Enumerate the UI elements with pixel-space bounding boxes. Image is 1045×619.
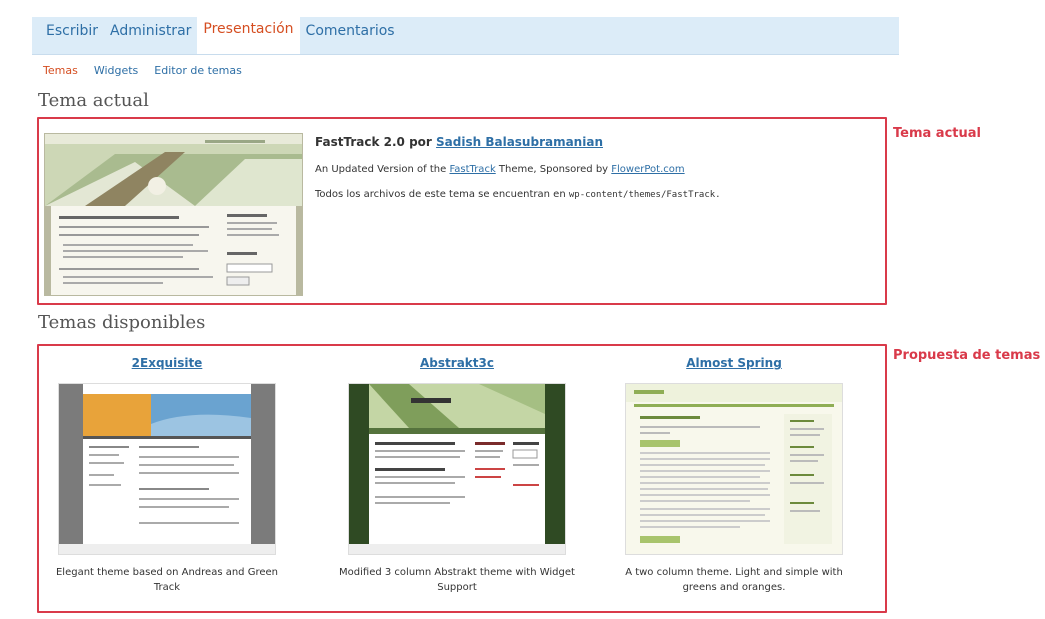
tab-escribir[interactable]: Escribir: [40, 17, 104, 54]
current-theme-by: por: [409, 135, 432, 149]
current-theme-name: FastTrack 2.0: [315, 135, 405, 149]
current-theme-heading: Tema actual: [38, 90, 149, 111]
theme-link-almost-spring[interactable]: Almost Spring: [686, 356, 782, 370]
fasttrack-link[interactable]: FastTrack: [449, 164, 495, 175]
theme-screenshot-2exquisite[interactable]: [58, 383, 276, 555]
tab-administrar[interactable]: Administrar: [104, 17, 197, 54]
theme-card-2exquisite: 2Exquisite Elegant theme based on Andrea…: [42, 352, 292, 595]
sub-nav: Temas Widgets Editor de temas: [43, 64, 242, 77]
theme-card-abstrakt3c: Abstrakt3c Modified 3 column Abstrakt th…: [332, 352, 582, 595]
almost-spring-preview-image: [626, 384, 842, 554]
subtab-temas[interactable]: Temas: [43, 64, 78, 77]
theme-screenshot-almost-spring[interactable]: [625, 383, 843, 555]
current-theme-info: FastTrack 2.0 por Sadish Balasubramanian…: [315, 135, 875, 200]
theme-screenshot-abstrakt3c[interactable]: [348, 383, 566, 555]
current-theme-description: An Updated Version of the FastTrack Them…: [315, 164, 875, 175]
current-theme-files: Todos los archivos de este tema se encue…: [315, 189, 875, 200]
files-prefix: Todos los archivos de este tema se encue…: [315, 189, 566, 200]
theme-description-2exquisite: Elegant theme based on Andreas and Green…: [55, 567, 278, 593]
sponsor-link[interactable]: FlowerPot.com: [611, 164, 684, 175]
available-themes-annotation-label: Propuesta de temas: [893, 348, 1041, 363]
page: Escribir Administrar Presentación Coment…: [0, 0, 1045, 619]
main-nav: Escribir Administrar Presentación Coment…: [32, 15, 899, 55]
current-theme-annotation-label: Tema actual: [893, 126, 981, 141]
theme-description-almost-spring: A two column theme. Light and simple wit…: [625, 567, 843, 593]
current-theme-screenshot: [44, 133, 303, 296]
tab-comentarios[interactable]: Comentarios: [300, 17, 401, 54]
description-middle: Theme, Sponsored by: [498, 164, 609, 175]
author-link[interactable]: Sadish Balasubramanian: [436, 135, 603, 149]
files-path: wp-content/themes/FastTrack.: [568, 190, 721, 200]
subtab-widgets[interactable]: Widgets: [94, 64, 138, 77]
abstrakt3c-preview-image: [349, 384, 565, 554]
theme-link-abstrakt3c[interactable]: Abstrakt3c: [420, 356, 494, 370]
current-theme-title: FastTrack 2.0 por Sadish Balasubramanian: [315, 135, 875, 149]
available-themes-heading: Temas disponibles: [38, 312, 206, 333]
subtab-editor-de-temas[interactable]: Editor de temas: [154, 64, 242, 77]
theme-link-2exquisite[interactable]: 2Exquisite: [132, 356, 203, 370]
tab-presentacion[interactable]: Presentación: [197, 15, 300, 54]
fasttrack-preview-image: [45, 134, 302, 295]
description-prefix: An Updated Version of the: [315, 164, 447, 175]
theme-card-almost-spring: Almost Spring A two column theme. Light …: [609, 352, 859, 595]
theme-description-abstrakt3c: Modified 3 column Abstrakt theme with Wi…: [339, 567, 575, 593]
2exquisite-preview-image: [59, 384, 275, 554]
